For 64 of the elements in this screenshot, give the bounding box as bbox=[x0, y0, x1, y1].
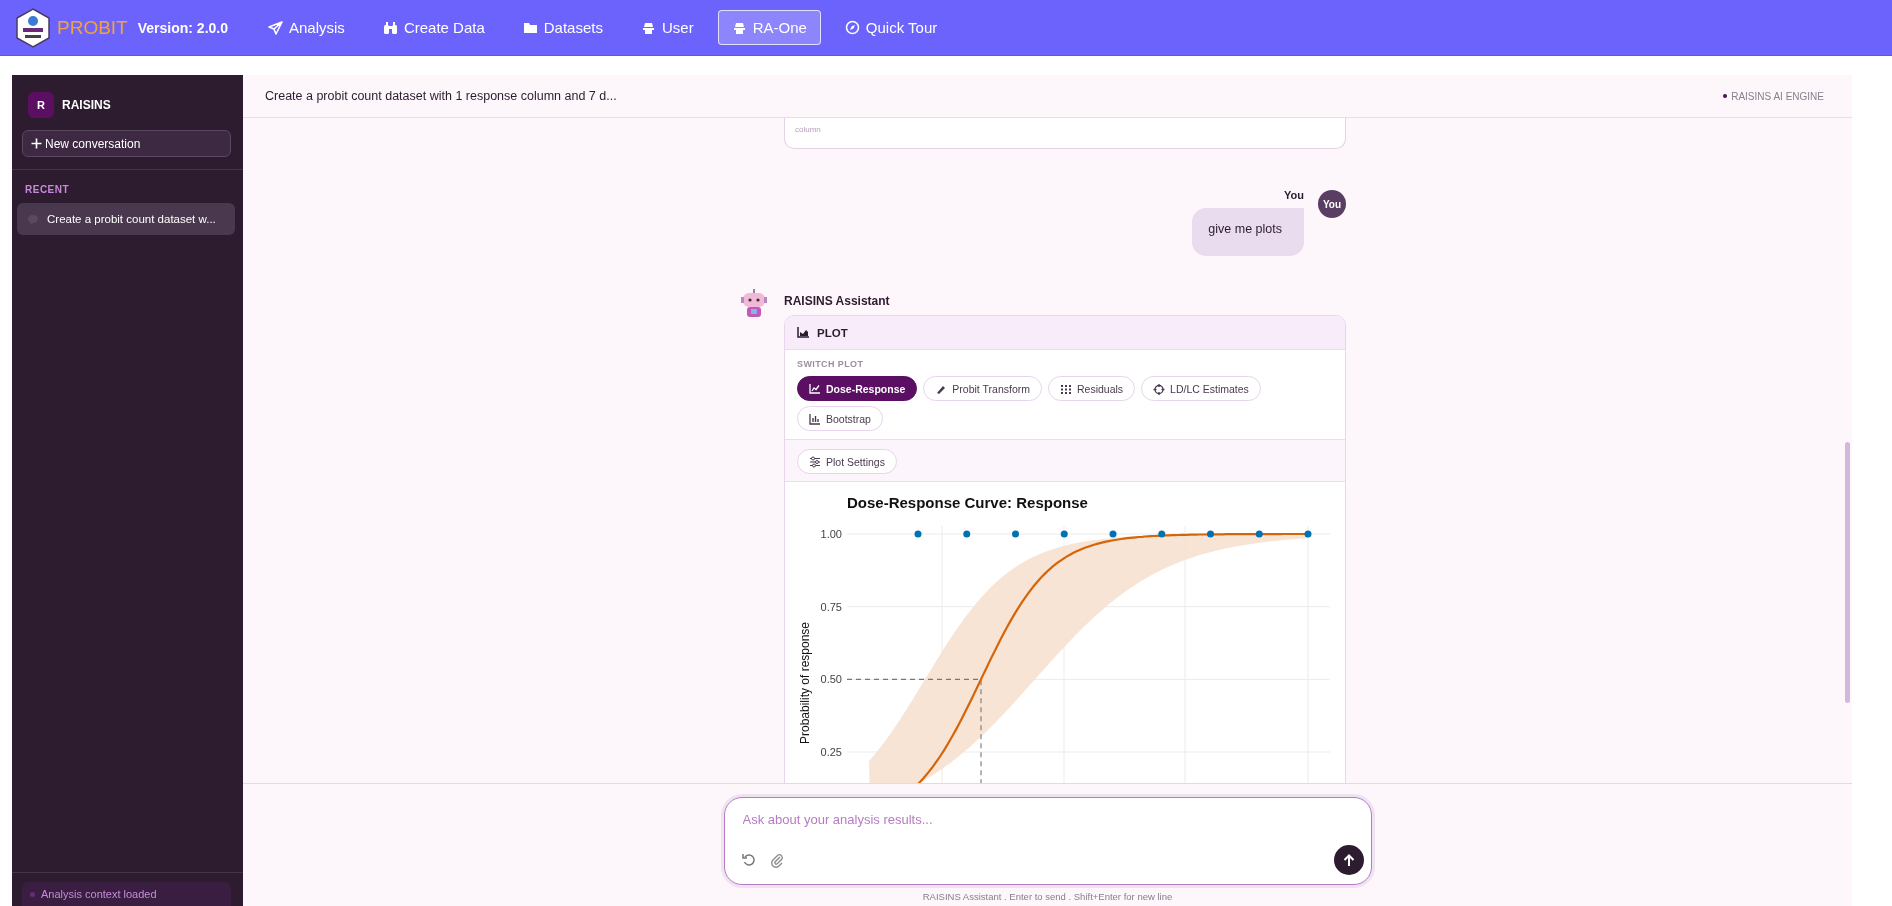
compass-icon bbox=[844, 20, 860, 35]
plot-tab[interactable]: Dose-Response bbox=[797, 376, 918, 401]
plot-tab[interactable]: Bootstrap bbox=[797, 406, 883, 431]
undo-icon[interactable] bbox=[740, 852, 757, 868]
nav-link[interactable]: Quick Tour bbox=[830, 10, 952, 45]
data-point bbox=[1158, 530, 1166, 538]
sliders-icon bbox=[809, 455, 821, 468]
area-chart-icon bbox=[797, 327, 809, 338]
nav-link[interactable]: Analysis bbox=[254, 10, 359, 45]
user-icon bbox=[731, 20, 747, 35]
data-point bbox=[1012, 530, 1019, 538]
chart-title: Dose-Response Curve: Response bbox=[847, 494, 1088, 511]
arrow-up-icon bbox=[1342, 853, 1355, 867]
send-button[interactable] bbox=[1333, 845, 1364, 875]
paper-plane-icon bbox=[268, 20, 283, 35]
data-point bbox=[914, 530, 922, 538]
nav-link[interactable]: Create Data bbox=[368, 10, 499, 45]
plot-tab[interactable]: Residuals bbox=[1047, 376, 1136, 401]
plot-settings-button[interactable]: Plot Settings bbox=[797, 449, 897, 474]
plus-icon bbox=[31, 138, 42, 149]
y-axis-label: Probability of response bbox=[798, 621, 812, 745]
author-name: You bbox=[1284, 189, 1304, 201]
y-tick-label: 0.25 bbox=[820, 746, 842, 758]
y-tick-label: 0.75 bbox=[820, 600, 842, 613]
input-hint: RAISINS Assistant . Enter to send . Shift+Enter for new line bbox=[922, 891, 1173, 902]
folder-icon bbox=[522, 20, 538, 35]
data-point bbox=[1255, 530, 1263, 538]
plot-tab[interactable]: Probit Transform bbox=[923, 376, 1042, 401]
data-point bbox=[1207, 530, 1214, 538]
workspace-title: RAISINS bbox=[62, 98, 111, 112]
workspace-badge: R bbox=[28, 92, 54, 118]
user-avatar: You bbox=[1318, 190, 1346, 218]
card-title: PLOT bbox=[817, 326, 848, 339]
paperclip-icon[interactable] bbox=[768, 852, 785, 868]
message-input[interactable]: Ask about your analysis results... bbox=[742, 812, 1343, 832]
author-name: RAISINS Assistant bbox=[784, 294, 891, 308]
line-chart-icon bbox=[809, 382, 821, 395]
card-text: column bbox=[795, 125, 821, 134]
logo-icon bbox=[15, 7, 51, 48]
message-bubble: give me plots bbox=[1192, 208, 1304, 256]
robot-icon bbox=[740, 288, 768, 318]
bar-chart-icon bbox=[809, 412, 821, 425]
data-point bbox=[1109, 530, 1117, 538]
nav-link[interactable]: User bbox=[626, 10, 708, 45]
version-label: Version: 2.0.0 bbox=[137, 19, 228, 36]
engine-label: RAISINS AI ENGINE bbox=[1723, 90, 1830, 102]
data-point bbox=[963, 530, 971, 538]
new-conversation-button[interactable]: New conversation bbox=[22, 130, 231, 157]
brand-name: PROBIT bbox=[57, 16, 128, 39]
section-label: RECENT bbox=[24, 183, 71, 197]
y-tick-label: 1.00 bbox=[820, 528, 842, 540]
section-label: SWITCH PLOT bbox=[797, 359, 865, 369]
conversation-title: Create a probit count dataset with 1 response column and 7 d... bbox=[265, 89, 617, 103]
binoculars-icon bbox=[382, 20, 398, 35]
data-point bbox=[1060, 530, 1068, 538]
crosshair-icon bbox=[1153, 382, 1166, 395]
user-icon bbox=[640, 20, 656, 35]
conversation-item[interactable]: Create a probit count dataset w... bbox=[17, 203, 235, 235]
y-tick-label: 0.50 bbox=[820, 673, 842, 686]
status-message: Analysis context loaded bbox=[22, 882, 231, 906]
nav-link[interactable]: Datasets bbox=[508, 10, 617, 45]
plot-tab[interactable]: LD/LC Estimates bbox=[1141, 376, 1261, 401]
data-point bbox=[1304, 530, 1312, 538]
grid-icon bbox=[1059, 382, 1072, 395]
